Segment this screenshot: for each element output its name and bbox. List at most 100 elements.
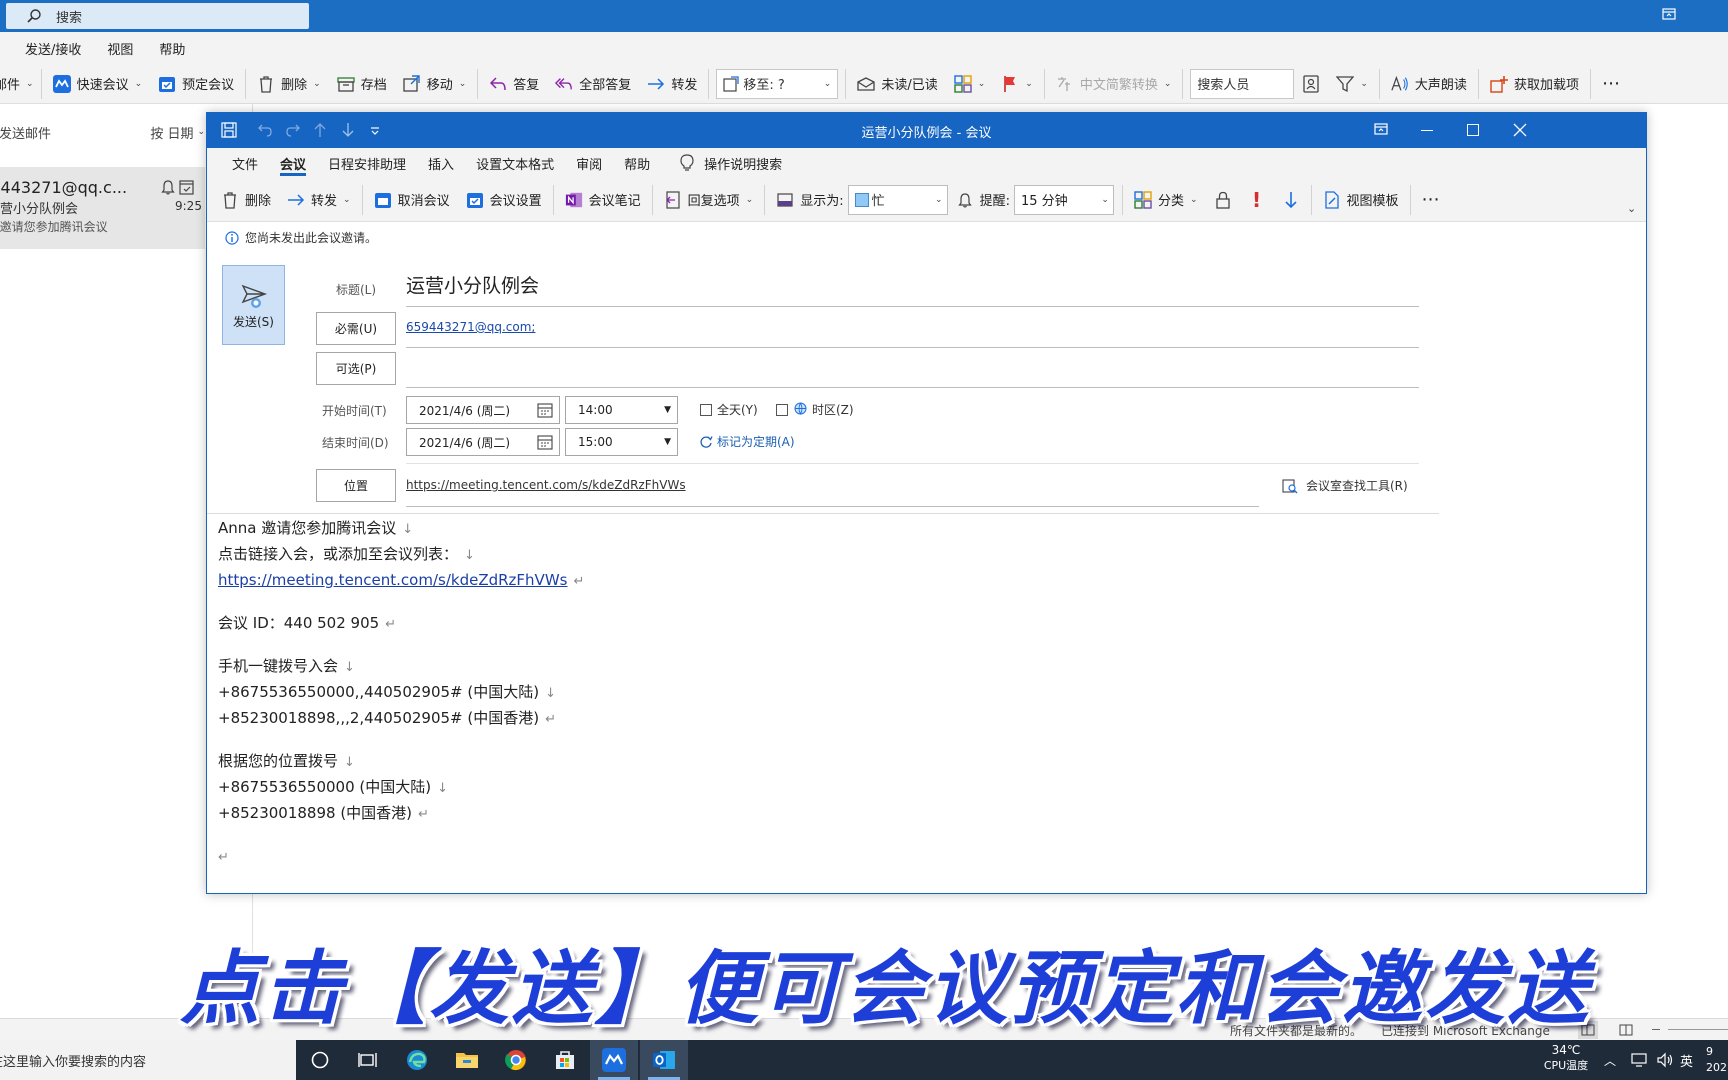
private-button[interactable] bbox=[1206, 184, 1240, 216]
network-icon[interactable] bbox=[1630, 1052, 1648, 1068]
collapse-ribbon-icon[interactable]: ⌄ bbox=[1627, 202, 1636, 215]
body-mobile-hongkong: +85230018898,,,2,440502905# (中国香港) bbox=[218, 709, 540, 727]
ribbon-display-options-icon[interactable] bbox=[1374, 123, 1388, 135]
meeting-settings-button[interactable]: 会议设置 bbox=[458, 184, 550, 216]
cancel-meeting-button[interactable]: 取消会议 bbox=[366, 184, 458, 216]
ime-indicator[interactable]: 英 bbox=[1680, 1051, 1693, 1070]
required-attendees-button[interactable]: 必需(U) bbox=[316, 312, 396, 345]
chevron-up-icon[interactable]: ︿ bbox=[1604, 1052, 1616, 1069]
body-meeting-link[interactable]: https://meeting.tencent.com/s/kdeZdRzFhV… bbox=[218, 571, 567, 589]
tencent-meeting-app-icon[interactable] bbox=[590, 1040, 638, 1080]
body-line: https://meeting.tencent.com/s/kdeZdRzFhV… bbox=[218, 568, 1418, 594]
search-people-input[interactable]: 搜索人员 bbox=[1190, 68, 1295, 99]
reply-all-button[interactable]: 全部答复 bbox=[547, 68, 639, 100]
meeting-body[interactable]: Anna 邀请您参加腾讯会议 ↓ 点击链接入会，或添加至会议列表： ↓ https:… bbox=[218, 516, 1418, 870]
send-button[interactable]: 发送(S) bbox=[222, 265, 285, 345]
meeting-forward-button[interactable]: 转发 ⌄ bbox=[279, 184, 359, 216]
taskbar-search-box[interactable]: 在这里输入你要搜索的内容 bbox=[0, 1040, 296, 1080]
read-aloud-icon bbox=[1391, 75, 1409, 93]
reply-button[interactable]: 答复 bbox=[481, 68, 547, 100]
read-unread-button[interactable]: 未读/已读 bbox=[849, 68, 945, 100]
address-book-button[interactable] bbox=[1294, 68, 1328, 100]
meeting-notes-button[interactable]: 会议笔记 bbox=[557, 184, 649, 216]
forward-button[interactable]: 转发 bbox=[639, 68, 705, 100]
low-importance-button[interactable] bbox=[1274, 184, 1308, 216]
start-date-picker[interactable]: 2021/4/6 (周二) bbox=[406, 396, 560, 424]
chevron-down-icon: ⌄ bbox=[1101, 194, 1109, 205]
read-aloud-label: 大声朗读 bbox=[1414, 78, 1467, 93]
reminder-value: 15 分钟 bbox=[1020, 194, 1068, 209]
make-recurring-button[interactable]: 标记为定期(A) bbox=[699, 433, 795, 450]
optional-attendees-button[interactable]: 可选(P) bbox=[316, 352, 396, 385]
maximize-icon[interactable] bbox=[1467, 124, 1479, 136]
end-date-picker[interactable]: 2021/4/6 (周二) bbox=[406, 428, 560, 456]
ribbon-display-options-icon[interactable] bbox=[1662, 8, 1676, 20]
store-icon[interactable] bbox=[541, 1040, 589, 1080]
required-attendees-input[interactable]: 659443271@qq.com; bbox=[406, 320, 535, 334]
response-options-button[interactable]: 回复选项 ⌄ bbox=[656, 184, 762, 216]
optional-attendees-input[interactable] bbox=[406, 355, 1419, 385]
tab-insert[interactable]: 插入 bbox=[417, 148, 465, 178]
end-time-dropdown[interactable]: 15:00 ▼ bbox=[565, 428, 678, 456]
zoom-slider[interactable] bbox=[1668, 1029, 1728, 1030]
show-as-dropdown[interactable]: 忙 ⌄ bbox=[847, 184, 948, 215]
category-grid-icon bbox=[954, 74, 972, 93]
filter-button[interactable]: ⌄ bbox=[1328, 68, 1376, 100]
menu-send-receive[interactable]: 发送/接收 bbox=[25, 39, 81, 58]
search-box[interactable]: 搜索 bbox=[6, 3, 309, 29]
file-explorer-icon[interactable] bbox=[443, 1040, 491, 1080]
new-mail-button[interactable]: 邮件 ⌄ bbox=[0, 68, 38, 100]
paragraph-mark: ↵ bbox=[573, 574, 585, 589]
delete-button[interactable]: 删除 ⌄ bbox=[249, 68, 329, 100]
search-icon bbox=[26, 8, 42, 24]
tab-help[interactable]: 帮助 bbox=[613, 148, 661, 178]
mail-list-item[interactable]: 659443271@qq.c... 运营小分队例会 Anna 邀请您参加腾讯会议… bbox=[0, 167, 205, 249]
all-day-checkbox[interactable] bbox=[700, 404, 712, 416]
divider bbox=[651, 184, 653, 215]
reminder-dropdown[interactable]: 15 分钟 ⌄ bbox=[1013, 184, 1114, 215]
menu-help[interactable]: 帮助 bbox=[159, 39, 185, 58]
tab-file[interactable]: 文件 bbox=[221, 148, 269, 178]
triangle-down-icon: ▼ bbox=[664, 437, 671, 447]
outlook-app-icon[interactable] bbox=[640, 1040, 688, 1080]
move-to-dropdown[interactable]: 移至: ? ⌄ bbox=[716, 68, 839, 99]
tell-me-search[interactable]: 操作说明搜索 bbox=[669, 148, 793, 178]
archive-button[interactable]: 存档 bbox=[329, 68, 395, 100]
time-zone-checkbox[interactable] bbox=[776, 404, 788, 416]
categorize-button[interactable]: ⌄ bbox=[946, 68, 994, 100]
flag-button[interactable]: ⌄ bbox=[993, 68, 1041, 100]
start-time-dropdown[interactable]: 14:00 ▼ bbox=[565, 396, 678, 424]
close-icon[interactable] bbox=[1513, 123, 1527, 137]
tab-meeting[interactable]: 会议 bbox=[269, 148, 317, 178]
cortana-icon[interactable] bbox=[296, 1040, 344, 1080]
get-addins-button[interactable]: 获取加载项 bbox=[1482, 68, 1587, 100]
location-input[interactable]: https://meeting.tencent.com/s/kdeZdRzFhV… bbox=[406, 478, 686, 492]
quick-meeting-button[interactable]: 快速会议 ⌄ bbox=[45, 68, 151, 100]
meeting-delete-button[interactable]: 删除 bbox=[213, 184, 279, 216]
move-button[interactable]: 移动 ⌄ bbox=[395, 68, 475, 100]
menu-view[interactable]: 视图 bbox=[107, 39, 133, 58]
high-importance-button[interactable]: ! bbox=[1240, 184, 1274, 216]
translate-button[interactable]: 中文简繁转换 ⌄ bbox=[1048, 68, 1180, 100]
room-finder-button[interactable]: 会议室查找工具(R) bbox=[1282, 477, 1408, 494]
sort-by-date-button[interactable]: 按 日期 ⌄ bbox=[150, 123, 205, 142]
tab-review[interactable]: 审阅 bbox=[565, 148, 613, 178]
more-options-icon[interactable]: ⋯ bbox=[1594, 68, 1629, 100]
more-options-icon[interactable]: ⋯ bbox=[1414, 184, 1448, 216]
view-templates-button[interactable]: 视图模板 bbox=[1315, 184, 1407, 216]
location-button[interactable]: 位置 bbox=[316, 469, 396, 502]
read-aloud-button[interactable]: 大声朗读 bbox=[1383, 68, 1475, 100]
task-view-icon[interactable] bbox=[344, 1040, 392, 1080]
edge-browser-icon[interactable] bbox=[393, 1040, 441, 1080]
schedule-meeting-button[interactable]: 预定会议 bbox=[150, 68, 242, 100]
reading-view-icon[interactable] bbox=[1617, 1021, 1635, 1039]
categorize-button[interactable]: 分类 ⌄ bbox=[1126, 184, 1206, 216]
zoom-out-icon[interactable] bbox=[1652, 1029, 1660, 1030]
tab-format-text[interactable]: 设置文本格式 bbox=[465, 148, 565, 178]
clock[interactable]: 9 202 bbox=[1706, 1044, 1728, 1078]
tab-scheduling-assistant[interactable]: 日程安排助理 bbox=[317, 148, 417, 178]
title-input[interactable]: 运营小分队例会 bbox=[406, 271, 539, 298]
chrome-icon[interactable] bbox=[492, 1040, 540, 1080]
minimize-icon[interactable] bbox=[1421, 130, 1433, 131]
volume-icon[interactable] bbox=[1656, 1052, 1674, 1068]
